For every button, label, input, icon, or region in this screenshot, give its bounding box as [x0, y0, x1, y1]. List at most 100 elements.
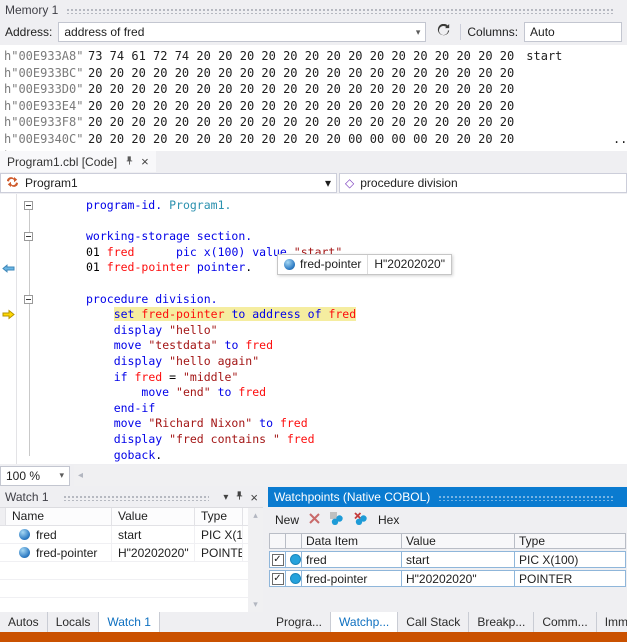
watch-row[interactable]: fredstartPIC X(100) — [0, 526, 263, 544]
scroll-up-icon[interactable]: ▴ — [253, 510, 258, 521]
tab-watchp[interactable]: Watchp... — [331, 612, 398, 632]
code-editor[interactable]: program-id. Program1. working-storage sec… — [0, 194, 627, 464]
code-token: end-if — [114, 401, 156, 415]
watchpoint-checkbox[interactable]: ✓ — [272, 554, 284, 566]
collapse-region-toggle[interactable] — [24, 201, 33, 210]
code-line: move "end" to fred — [0, 385, 627, 401]
watchpoint-row[interactable]: ✓fredstartPIC X(100) — [269, 551, 626, 568]
tab-watch-1[interactable]: Watch 1 — [99, 612, 160, 632]
watch-empty-row[interactable] — [0, 562, 263, 580]
zoom-combo[interactable]: 100 % ▾ — [0, 466, 70, 486]
memory-row: h"00E933A8"73 74 61 72 74 20 20 20 20 20… — [4, 48, 627, 65]
types-combo[interactable]: Program1 ▾ — [0, 173, 337, 193]
code-token: move — [141, 385, 169, 399]
close-icon[interactable]: × — [250, 491, 258, 504]
columns-combo[interactable]: Auto — [524, 22, 622, 42]
watchpoint-row[interactable]: ✓fred-pointerH"20202020"POINTER — [269, 570, 626, 587]
code-token: to — [231, 307, 245, 321]
pin-icon[interactable] — [124, 155, 134, 169]
datatip-name: fred-pointer — [300, 257, 361, 273]
code-indent — [86, 416, 114, 430]
watch-panel-title-label: Watch 1 — [5, 490, 49, 504]
datatip-value-cell[interactable]: H"20202020" — [367, 255, 451, 274]
watchpoint-indicator-cell — [286, 551, 302, 568]
tab-breakp[interactable]: Breakp... — [469, 612, 534, 632]
code-token: fred-pointer — [107, 260, 190, 274]
watch-empty-row[interactable] — [0, 580, 263, 598]
code-token: . — [245, 260, 252, 274]
tab-immedi[interactable]: Immedi... — [597, 612, 627, 632]
column-header-name[interactable]: Name — [6, 508, 112, 525]
watch-panel: Watch 1 ▾ × NameValueType fredstartPIC X… — [0, 487, 263, 612]
memory-toolbar: Address: address of fred ▾ Columns: Auto — [0, 19, 627, 45]
column-header-value[interactable]: Value — [112, 508, 195, 525]
column-header-value[interactable]: Value — [402, 533, 515, 549]
collapse-region-toggle[interactable] — [24, 295, 33, 304]
chevron-down-icon[interactable]: ▾ — [416, 27, 421, 38]
watchpoint-indicator-cell — [286, 570, 302, 587]
refresh-icon — [437, 24, 450, 40]
code-text: program-id. Program1. — [40, 198, 231, 214]
close-icon[interactable]: × — [141, 155, 149, 168]
code-line: goback. — [0, 448, 627, 464]
tab-comm[interactable]: Comm... — [534, 612, 596, 632]
current-statement-icon — [0, 309, 16, 320]
document-tab[interactable]: Program1.cbl [Code] × — [0, 151, 156, 172]
code-token: of — [308, 307, 322, 321]
delete-watchpoint-icon[interactable] — [308, 512, 321, 528]
scroll-down-icon[interactable]: ▾ — [253, 599, 258, 610]
new-watchpoint-button[interactable]: New — [275, 513, 299, 527]
code-token: display — [114, 354, 162, 368]
code-token: "hello" — [169, 323, 217, 337]
hex-toggle-button[interactable]: Hex — [378, 513, 399, 527]
code-text: working-storage section. — [40, 229, 252, 245]
column-header-enabled[interactable] — [269, 533, 286, 549]
code-token: pic — [176, 245, 197, 259]
tab-autos[interactable]: Autos — [0, 612, 48, 632]
code-token: fred — [328, 307, 356, 321]
vs-debug-screen: { "icons": { "dropdown": "▾", "close": "… — [0, 0, 627, 642]
enable-all-watchpoints-icon[interactable] — [330, 512, 345, 528]
memory-ascii: .... — [526, 132, 627, 146]
members-combo[interactable]: ◇ procedure division — [339, 173, 627, 193]
watchpoints-panel-title-label: Watchpoints (Native COBOL) — [274, 490, 430, 504]
watchpoint-type: POINTER — [515, 570, 626, 587]
code-line: end-if — [0, 401, 627, 417]
code-text: goback. — [40, 448, 162, 464]
pin-icon[interactable] — [234, 490, 244, 504]
window-position-icon[interactable]: ▾ — [223, 492, 228, 503]
watch-type: PIC X(100) — [195, 526, 243, 543]
code-token: program-id. — [86, 198, 162, 212]
watchpoint-checkbox[interactable]: ✓ — [272, 573, 284, 585]
tab-call-stack[interactable]: Call Stack — [398, 612, 469, 632]
code-text: 01 fred-pointer pointer. — [40, 260, 252, 276]
chevron-down-icon[interactable]: ▾ — [59, 470, 64, 481]
tab-locals[interactable]: Locals — [48, 612, 100, 632]
code-line: program-id. Program1. — [0, 198, 627, 214]
code-line: procedure division. — [0, 292, 627, 308]
memory-panel-title: Memory 1 — [0, 0, 627, 19]
toolbar-separator — [460, 24, 461, 40]
watch-grid-rows: fredstartPIC X(100)fred-pointerH"2020202… — [0, 526, 263, 616]
scroll-left-icon[interactable]: ◂ — [74, 470, 87, 481]
tab-progra[interactable]: Progra... — [268, 612, 331, 632]
code-token: to — [218, 385, 232, 399]
code-token: "Richard Nixon" — [148, 416, 252, 430]
collapse-region-toggle[interactable] — [24, 232, 33, 241]
address-combo[interactable]: address of fred ▾ — [58, 22, 426, 42]
code-line: move "testdata" to fred — [0, 338, 627, 354]
title-grip-texture — [66, 8, 614, 14]
column-header-type[interactable]: Type — [195, 508, 243, 525]
column-header-type[interactable]: Type — [515, 533, 626, 549]
refresh-button[interactable] — [432, 22, 454, 42]
delete-all-watchpoints-icon[interactable] — [354, 512, 369, 528]
watchpoint-value: H"20202020" — [402, 570, 515, 587]
watch-row[interactable]: fred-pointerH"20202020"POINTER — [0, 544, 263, 562]
column-header-data-item[interactable]: Data Item — [302, 533, 402, 549]
code-token: goback — [114, 448, 156, 462]
column-header-indicator[interactable] — [286, 533, 302, 549]
horizontal-scrollbar[interactable]: ◂ — [74, 465, 627, 486]
vertical-scrollbar[interactable]: ▴ ▾ — [248, 508, 263, 612]
chevron-down-icon[interactable]: ▾ — [325, 176, 331, 190]
watch-value: start — [112, 526, 195, 543]
